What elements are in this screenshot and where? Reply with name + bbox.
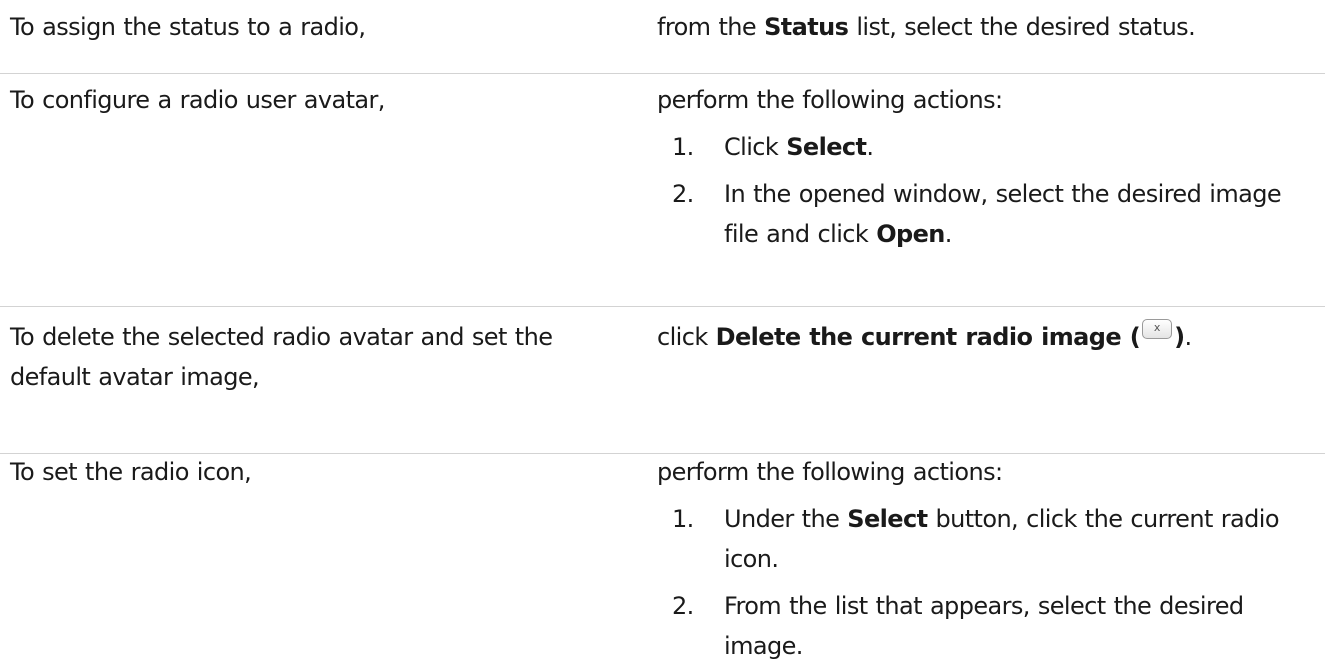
action-cell: To set the radio icon, — [10, 458, 252, 486]
text-line: default avatar image, — [10, 363, 260, 391]
table-row: To configure a radio user avatar, perfor… — [0, 73, 1325, 307]
text-span: button, click the current radio — [927, 505, 1279, 533]
text-span: from the — [657, 13, 765, 41]
text-span: Click — [724, 133, 787, 161]
table-row: To assign the status to a radio, from th… — [0, 0, 1325, 74]
list-item: 1. Under the Select button, click the cur… — [657, 499, 1321, 579]
step-number: 2. — [672, 180, 694, 208]
text-line: file and click Open. — [724, 214, 1321, 254]
text-span: list, select the desired status. — [848, 13, 1196, 41]
text-span: . — [1184, 323, 1193, 351]
close-icon: x — [1153, 321, 1161, 334]
intro-text: perform the following actions: — [657, 86, 1003, 114]
delete-image-button-illustration: x — [1142, 319, 1173, 339]
text-span: click — [657, 323, 716, 351]
step-number: 1. — [672, 505, 694, 533]
step-number: 2. — [672, 592, 694, 620]
text-line: In the opened window, select the desired… — [724, 180, 1282, 208]
text-span: file and click — [724, 220, 877, 248]
text-span: Under the — [724, 505, 848, 533]
result-cell: from the Status list, select the desired… — [657, 7, 1321, 47]
result-cell: perform the following actions: 1. Under t… — [657, 452, 1321, 666]
result-cell: click Delete the current radio image ( x)… — [657, 317, 1321, 357]
text-line: From the list that appears, select the d… — [724, 592, 1244, 620]
ui-element-ref: ) — [1174, 323, 1185, 351]
text-line: To delete the selected radio avatar and … — [10, 323, 553, 351]
action-cell: To configure a radio user avatar, — [10, 86, 385, 114]
step-number: 1. — [672, 133, 694, 161]
list-item: 1. Click Select. — [657, 127, 1321, 167]
ui-element-ref: Delete the current radio image ( — [715, 323, 1141, 351]
ui-element-ref: Open — [876, 220, 945, 248]
text-line: Under the Select button, click the curre… — [724, 499, 1321, 539]
action-cell: To delete the selected radio avatar and … — [10, 317, 610, 397]
table-row: To set the radio icon, perform the follo… — [0, 453, 1325, 670]
text-line: icon. — [724, 545, 779, 573]
result-cell: perform the following actions: 1. Click S… — [657, 80, 1321, 254]
intro-text: perform the following actions: — [657, 458, 1003, 486]
table-row: To delete the selected radio avatar and … — [0, 306, 1325, 454]
text-span: . — [944, 220, 953, 248]
list-item: 2. In the opened window, select the desir… — [657, 174, 1321, 254]
action-cell: To assign the status to a radio, — [10, 13, 366, 41]
ui-element-ref: Status — [764, 13, 849, 41]
text-line: image. — [724, 632, 803, 660]
ui-element-ref: Select — [847, 505, 928, 533]
list-item: 2. From the list that appears, select the… — [657, 586, 1321, 666]
ui-element-ref: Select — [786, 133, 867, 161]
text-span: . — [866, 133, 874, 161]
